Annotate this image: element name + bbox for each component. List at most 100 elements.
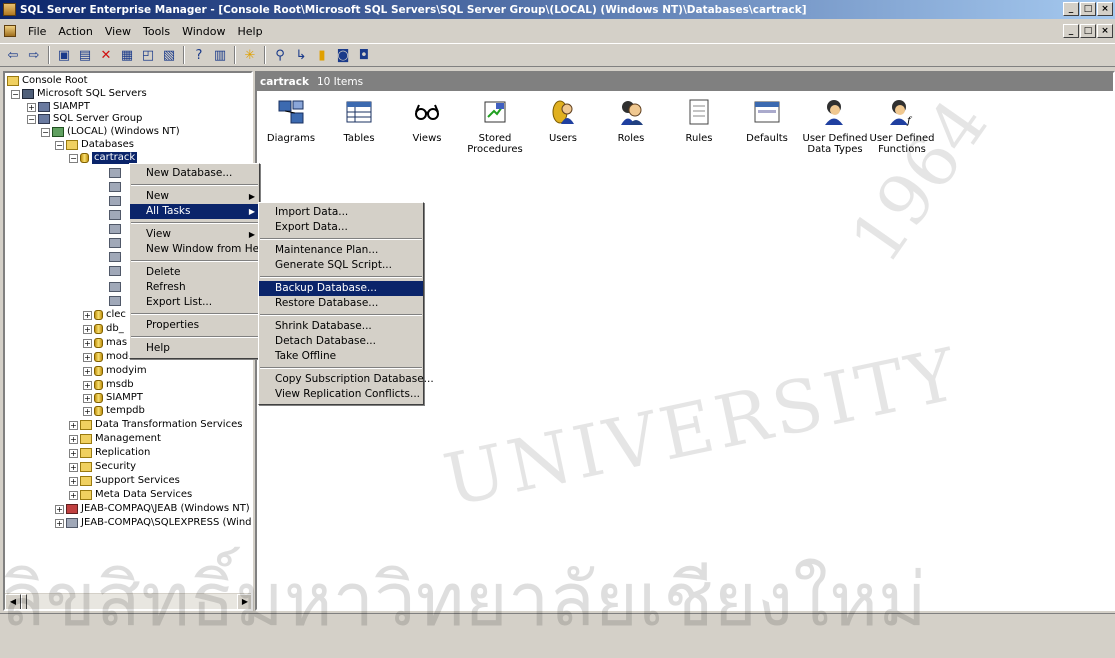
menu-item-backup-database[interactable]: Backup Database... [259,281,423,296]
menu-window[interactable]: Window [176,25,231,38]
menu-item-generate-sql-script[interactable]: Generate SQL Script... [259,258,423,273]
tree-node-cartrack[interactable]: − cartrack [69,152,138,164]
tree-node-folder[interactable]: + Data Transformation Services [69,419,242,431]
tree-node-database[interactable]: + modyim [83,365,147,377]
tree-node-server[interactable]: + JEAB-COMPAQ\SQLEXPRESS (Windows N [55,517,251,529]
register-server-icon[interactable]: ⚲ [271,46,289,64]
object-rules[interactable]: Rules [665,93,733,155]
object-user-defined-functions[interactable]: f User Defined Functions [869,93,935,155]
wizard-icon[interactable]: ✳ [241,46,259,64]
tree-node-database[interactable]: + msdb [83,379,134,391]
scroll-thumb[interactable] [21,594,27,609]
expand-icon[interactable]: + [55,518,64,528]
tree-node-console-root[interactable]: Console Root [7,75,88,87]
tree-node-tables[interactable] [109,181,124,193]
tree-node-views[interactable] [109,195,124,207]
collapse-icon[interactable]: − [11,89,20,99]
expand-icon[interactable]: + [27,102,36,112]
up-folder-icon[interactable]: ▣ [55,46,73,64]
object-tables[interactable]: Tables [325,93,393,155]
expand-icon[interactable]: + [83,380,92,390]
close-button[interactable]: × [1097,2,1113,16]
tree-node-database[interactable]: + clec [83,309,126,321]
expand-icon[interactable]: + [83,393,92,403]
menu-item-help[interactable]: Help [130,341,259,356]
tree-node-udf[interactable] [109,295,124,307]
forward-arrow-icon[interactable]: ⇨ [25,46,43,64]
expand-icon[interactable]: + [69,448,78,458]
expand-icon[interactable]: + [69,490,78,500]
tree-node-folder[interactable]: + Support Services [69,475,180,487]
expand-icon[interactable]: + [69,462,78,472]
tree-node-local-server[interactable]: − (LOCAL) (Windows NT) [41,126,180,138]
mdi-minimize-button[interactable]: _ [1063,24,1079,38]
menu-item-export-data[interactable]: Export Data... [259,220,423,235]
menu-item-copy-subscription-database[interactable]: Copy Subscription Database... [259,372,434,387]
tree-node-users[interactable] [109,223,124,235]
job-icon[interactable]: ◙ [334,46,352,64]
menu-item-new-database[interactable]: New Database... [130,166,259,181]
menu-tools[interactable]: Tools [137,25,176,38]
tree-node-siampt-server[interactable]: + SIAMPT [27,101,90,113]
properties-icon[interactable]: ▦ [118,46,136,64]
delete-icon[interactable]: ✕ [97,46,115,64]
expand-icon[interactable]: + [69,434,78,444]
menu-item-restore-database[interactable]: Restore Database... [259,296,423,311]
new-database-icon[interactable]: ▮ [313,46,331,64]
back-arrow-icon[interactable]: ⇦ [4,46,22,64]
menu-item-properties[interactable]: Properties [130,318,259,333]
object-diagrams[interactable]: Diagrams [257,93,325,155]
tree-node-server[interactable]: + JEAB-COMPAQ\JEAB (Windows NT) [55,503,250,515]
maximize-button[interactable]: □ [1080,2,1096,16]
menu-item-new-window[interactable]: New Window from Here [130,242,270,257]
menu-item-new[interactable]: New ▶ [130,189,259,204]
tree-node-udt[interactable] [109,281,124,293]
menu-item-shrink-database[interactable]: Shrink Database... [259,319,423,334]
expand-icon[interactable]: + [83,338,92,348]
tree-node-rules[interactable] [109,251,124,263]
collapse-icon[interactable]: − [55,140,64,150]
console-icon[interactable] [4,25,16,37]
scroll-right-arrow-icon[interactable]: ▶ [237,594,251,609]
tree-node-database[interactable]: + db_ [83,323,124,335]
tree-node-diagrams[interactable] [109,167,124,179]
object-defaults[interactable]: Defaults [733,93,801,155]
export-list-icon[interactable]: ▧ [160,46,178,64]
tree-node-folder[interactable]: + Security [69,461,136,473]
object-views[interactable]: Views [393,93,461,155]
menu-item-maintenance-plan[interactable]: Maintenance Plan... [259,243,423,258]
menu-view[interactable]: View [99,25,137,38]
help-icon[interactable]: ? [190,46,208,64]
tree-node-folder[interactable]: + Management [69,433,161,445]
menu-item-all-tasks[interactable]: All Tasks ▶ [130,204,259,219]
scroll-left-arrow-icon[interactable]: ◀ [5,594,21,609]
tree-node-sql-server-group[interactable]: − SQL Server Group [27,113,142,125]
mdi-maximize-button[interactable]: □ [1080,24,1096,38]
show-tree-icon[interactable]: ▤ [76,46,94,64]
menu-item-delete[interactable]: Delete [130,265,259,280]
menu-action[interactable]: Action [52,25,98,38]
expand-icon[interactable]: + [83,324,92,334]
tree-node-database[interactable]: + mas [83,337,127,349]
menu-item-view[interactable]: View ▶ [130,227,259,242]
tree-node-defaults[interactable] [109,265,124,277]
mdi-close-button[interactable]: × [1097,24,1113,38]
menu-item-view-replication-conflicts[interactable]: View Replication Conflicts... [259,387,423,402]
expand-icon[interactable]: + [83,366,92,376]
menu-item-export-list[interactable]: Export List... [130,295,259,310]
object-roles[interactable]: Roles [597,93,665,155]
collapse-icon[interactable]: − [41,127,50,137]
menu-item-take-offline[interactable]: Take Offline [259,349,423,364]
menu-item-refresh[interactable]: Refresh [130,280,259,295]
menu-help[interactable]: Help [231,25,268,38]
minimize-button[interactable]: _ [1063,2,1079,16]
expand-icon[interactable]: + [69,476,78,486]
expand-icon[interactable]: + [83,352,92,362]
tree-node-stored-procedures[interactable] [109,209,124,221]
menu-item-import-data[interactable]: Import Data... [259,205,423,220]
tree-node-databases[interactable]: − Databases [55,139,134,151]
expand-icon[interactable]: + [83,310,92,320]
tree-node-folder[interactable]: + Replication [69,447,150,459]
query-analyzer-icon[interactable]: ◘ [355,46,373,64]
collapse-icon[interactable]: − [69,153,78,163]
